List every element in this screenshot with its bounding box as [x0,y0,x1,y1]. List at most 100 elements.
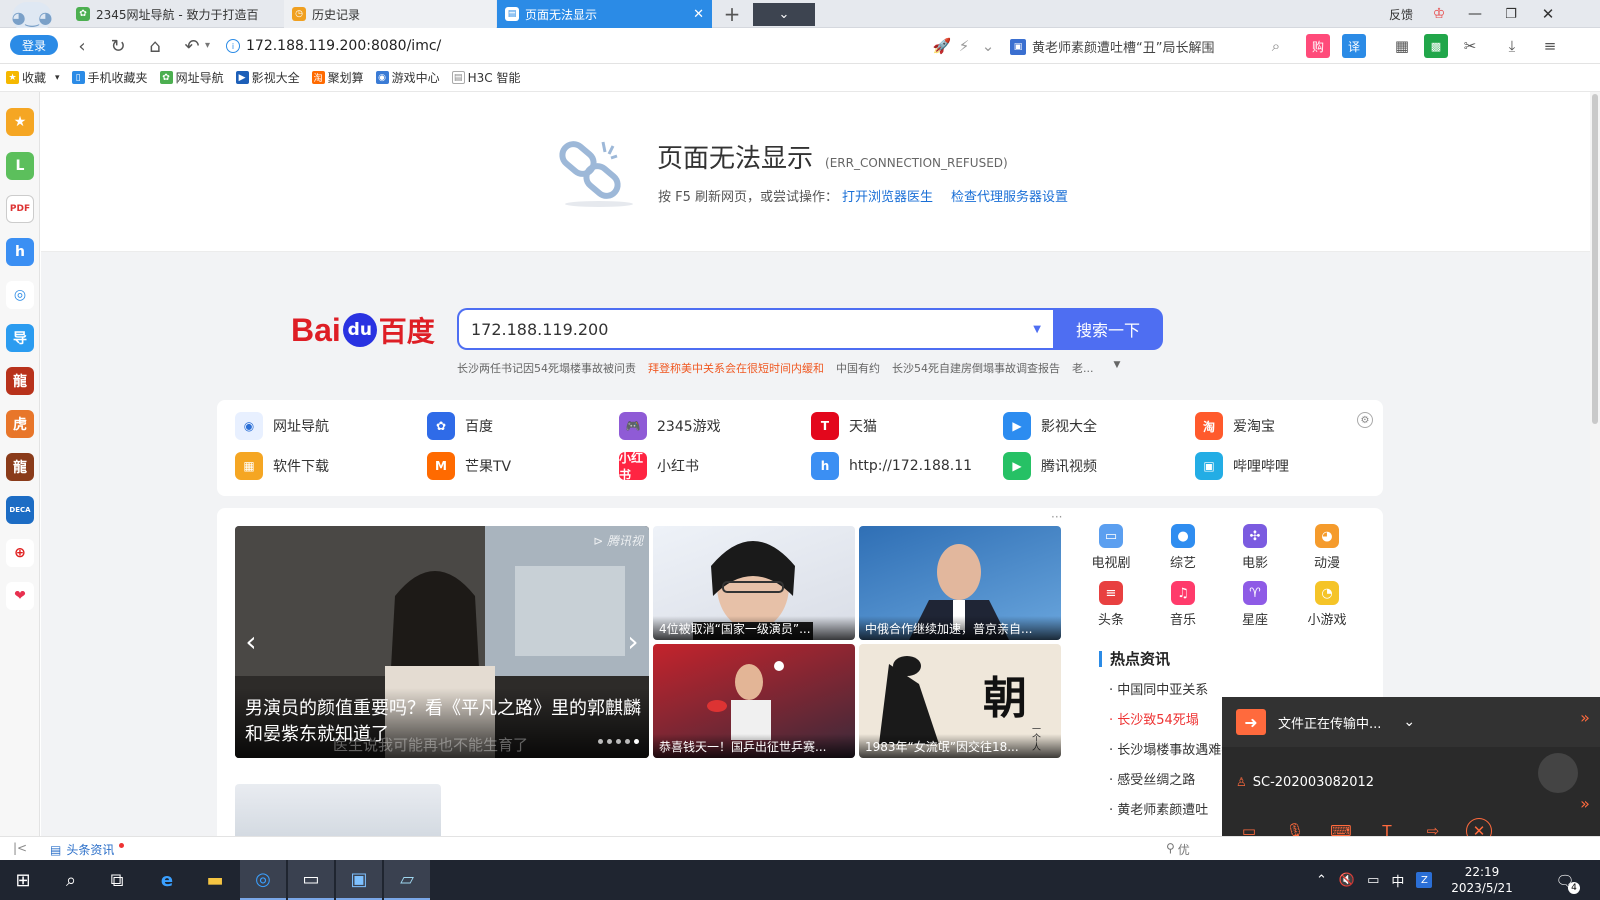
url-field[interactable]: i 172.188.119.200:8080/imc/ [226,32,916,60]
carousel-prev-icon[interactable]: ‹ [239,625,263,658]
menu-icon[interactable]: ≡ [1538,34,1562,58]
expand-right-icon[interactable]: » [1572,707,1598,727]
category-item[interactable]: ▭ 电视剧 [1081,524,1141,571]
feedback-button[interactable]: 反馈 [1389,6,1413,23]
bookmark-mobile[interactable]: ▯ 手机收藏夹 [71,69,148,86]
search-icon[interactable]: ⌕ [1264,34,1288,58]
news-card[interactable]: 恭喜钱天一！国乒出征世乒赛... [653,644,855,758]
settings-gear-icon[interactable]: ⚙ [1357,412,1373,428]
favorites-star-icon[interactable]: ★ [6,108,34,136]
dot-active[interactable] [634,739,639,744]
game-dragon-icon[interactable]: 龍 [6,367,34,395]
game-long-icon[interactable]: 龍 [6,453,34,481]
undo-close-icon[interactable]: ↶ [180,34,204,58]
category-item[interactable]: ♈ 星座 [1225,581,1285,628]
guide-icon[interactable]: 导 [6,324,34,352]
terminal-icon[interactable]: ▭ [288,860,334,900]
chevron-down-icon[interactable]: ⌄ [976,34,1000,58]
ime-indicator[interactable]: 中 [1391,871,1404,890]
carousel-next-icon[interactable]: › [621,625,645,658]
quicklink-h[interactable]: h http://172.188.11 [811,446,1011,486]
undo-dropdown-icon[interactable]: ▾ [205,40,210,51]
expand-right-icon[interactable]: » [1572,793,1598,813]
tab-2345[interactable]: ✿ 2345网址导航 - 致力于打造百 [68,0,278,28]
news-ticker[interactable]: ▣ 黄老师素颜遭吐槽“丑”局长解围 [1010,37,1214,56]
h-app-icon[interactable]: h [6,238,34,266]
close-tab-icon[interactable]: ✕ [693,7,704,22]
category-item[interactable]: ◕ 动漫 [1297,524,1357,571]
browser-taskbar-icon[interactable]: ◎ [240,860,286,900]
tab-error-page[interactable]: ▤ 页面无法显示 ✕ [497,0,712,28]
new-tab-button[interactable]: + [718,2,746,26]
news-card[interactable]: 朝 一个人 1983年“女流氓”因交往18... [859,644,1061,758]
headline-news-button[interactable]: ▤ 头条资讯 [50,841,125,858]
quicklink-gamepad[interactable]: 🎮 2345游戏 [619,406,819,446]
chevron-down-icon[interactable]: ▼ [1114,360,1121,376]
weather-icon[interactable]: ◎ [6,281,34,309]
download-icon[interactable]: ⤓ [1500,34,1524,58]
heart-icon[interactable]: ❤ [6,582,34,610]
transfer-row[interactable]: ➜ 文件正在传输中... ⌄ [1222,697,1600,747]
notepad-icon[interactable]: ▱ [384,860,430,900]
rocket-icon[interactable]: 🚀 [930,34,954,58]
optimize-hint[interactable]: ⚲ 优 [1166,841,1190,858]
scrollbar-thumb[interactable] [1592,94,1598,424]
chevron-up-icon[interactable]: ⌃ [1316,873,1327,888]
proxy-settings-link[interactable]: 检查代理服务器设置 [951,186,1068,205]
bookmark-video[interactable]: ▶ 影视大全 [235,69,300,86]
dot[interactable] [625,739,630,744]
shopping-icon[interactable]: 购 [1306,34,1330,58]
windows-start-icon[interactable]: ⊞ [0,860,46,900]
notifications-icon[interactable]: 🗨 4 [1552,870,1580,894]
dropdown-icon[interactable]: ▼ [1033,324,1041,335]
ie-icon[interactable]: e [144,860,190,900]
bookmark-favorites[interactable]: ★ 收藏 ▾ [6,69,60,86]
news-card[interactable]: 4位被取消“国家一级演员”... [653,526,855,640]
dot[interactable] [607,739,612,744]
quicklink-baidu[interactable]: ✿ 百度 [427,406,627,446]
quicklink-tmall[interactable]: T 天猫 [811,406,1011,446]
baidu-search-input[interactable]: 172.188.119.200 ▼ [457,308,1053,350]
input-method-icon[interactable]: Z [1416,872,1433,888]
news-carousel[interactable]: ⊳ 腾讯视 ‹ › 男演员的颜值重要吗？看《平凡之路》里的郭麒麟和晏紫东就知道了… [235,526,649,758]
quicklink-mango[interactable]: M 芒果TV [427,446,627,486]
close-window-icon[interactable]: ✕ [1537,4,1559,24]
network-icon[interactable]: ▭ [1367,873,1379,888]
quicklink-tencent-video[interactable]: ▶ 腾讯视频 [1003,446,1203,486]
remote-desktop-icon[interactable]: ▣ [336,860,382,900]
dot[interactable] [598,739,603,744]
lightning-icon[interactable]: ⚡ [952,34,976,58]
suggestion-item[interactable]: 中国有约 [836,360,880,376]
game-new-icon[interactable]: ▩ [1424,34,1448,58]
suggestion-item[interactable]: 拜登称美中关系会在很短时间内缓和 [648,360,824,376]
tab-list-dropdown[interactable]: ⌄ [753,3,815,26]
task-view-icon[interactable]: ⧉ [94,860,140,900]
suggestion-item[interactable]: 长沙54死自建房倒塌事故调查报告 [892,360,1060,376]
back-icon[interactable]: ‹ [70,34,94,58]
more-dots-icon[interactable]: ··· [1051,510,1062,524]
quicklink-play[interactable]: ▶ 影视大全 [1003,406,1203,446]
home-icon[interactable]: ⌂ [143,34,167,58]
clock[interactable]: 22:19 2023/5/21 [1450,864,1514,896]
l-app-icon[interactable]: L [6,152,34,180]
file-explorer-icon[interactable]: ▬ [192,860,238,900]
category-item[interactable]: ◔ 小游戏 [1297,581,1357,628]
category-item[interactable]: ≡ 头条 [1081,581,1141,628]
minimize-icon[interactable]: — [1464,4,1486,24]
baidu-logo[interactable]: Bai du 百度 [291,302,441,358]
login-button[interactable]: 登录 [10,35,58,55]
suggestion-item[interactable]: 长沙两任书记因54死塌楼事故被问责 [457,360,636,376]
chevron-down-icon[interactable]: ⌄ [1403,714,1415,730]
dot[interactable] [616,739,621,744]
bookmark-h3c[interactable]: ▤ H3C 智能 [451,69,520,86]
decathlon-icon[interactable]: DECA [6,496,34,524]
quicklink-bilibili[interactable]: ▣ 哔哩哔哩 [1195,446,1395,486]
collapse-sidebar-icon[interactable]: |< [12,840,28,856]
bookmark-games[interactable]: ◉ 游戏中心 [375,69,440,86]
bookmark-nav[interactable]: ✿ 网址导航 [159,69,224,86]
game-tiger-icon[interactable]: 虎 [6,410,34,438]
screenshot-icon[interactable]: ✂ [1458,34,1482,58]
tab-history[interactable]: ◷ 历史记录 [284,0,496,28]
skin-icon[interactable]: ♔ [1428,4,1450,24]
category-item[interactable]: ♫ 音乐 [1153,581,1213,628]
